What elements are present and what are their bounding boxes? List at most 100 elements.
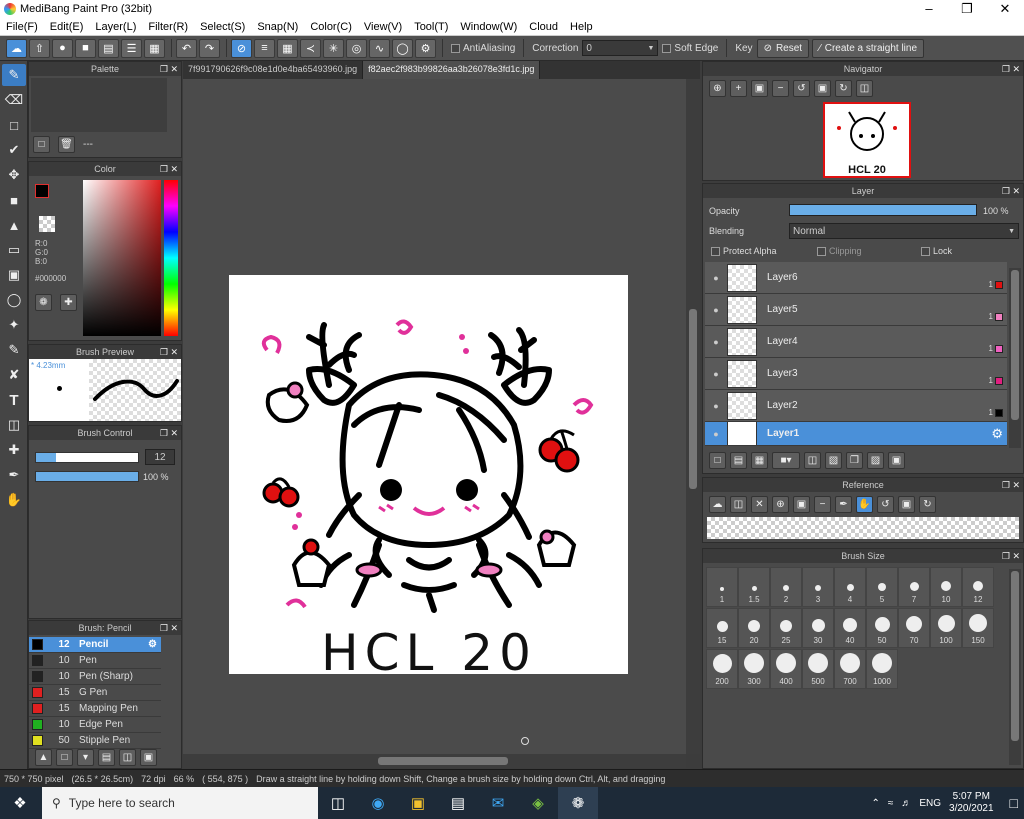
eye-icon[interactable]: ● [705,273,727,283]
cloud-icon[interactable]: ☁ [6,38,27,58]
brush-size-scrollbar[interactable] [1009,569,1021,765]
rectangle-tool-icon[interactable]: □ [2,114,26,136]
brush-size-cell[interactable]: 30 [802,608,834,648]
panel-close-icon[interactable]: ❐ ✕ [160,62,178,76]
soft-edge-toggle[interactable]: Soft Edge [662,43,718,54]
curve-snap-icon[interactable]: ∿ [369,38,390,58]
select-pen-tool-icon[interactable]: ✎ [2,339,26,361]
circle-snap-icon[interactable]: ◎ [346,38,367,58]
new-palette-icon[interactable]: □ [33,136,50,153]
brush-menu-icon[interactable]: ▾ [77,749,94,766]
zoom-fit-icon[interactable]: ⊕ [709,80,726,97]
antialiasing-toggle[interactable]: AntiAliasing [451,43,515,54]
eye-icon[interactable]: ● [705,305,727,315]
color-wheel-icon[interactable]: ❁ [35,294,52,311]
brush-size-cell[interactable]: 200 [706,649,738,689]
brush-size-cell[interactable]: 5 [866,567,898,607]
layer-row-5[interactable]: ● Layer5 1 [705,294,1007,326]
rotate-right-icon[interactable]: ↻ [835,80,852,97]
panel-close-icon[interactable]: ❐ ✕ [160,426,178,440]
reset-rotate-icon[interactable]: ▣ [814,80,831,97]
color-add-icon[interactable]: ✚ [60,294,77,311]
brush-size-cell[interactable]: 1.5 [738,567,770,607]
chevron-up-icon[interactable]: ⌃ [871,798,879,809]
layer-opacity-slider[interactable] [789,204,977,216]
brush-item-stipple-pen[interactable]: 50 Stipple Pen [29,733,161,749]
vanish-snap-icon[interactable]: ≺ [300,38,321,58]
brush-doc-icon[interactable]: ▤ [98,749,115,766]
panel-close-icon[interactable]: ❐ ✕ [1002,478,1020,492]
select-eraser-tool-icon[interactable]: ✘ [2,364,26,386]
flip-icon[interactable]: ◫ [856,80,873,97]
clock[interactable]: 5:07 PM 3/20/2021 [949,791,994,815]
panel-close-icon[interactable]: ❐ ✕ [1002,62,1020,76]
duplicate-layer-icon[interactable]: ❐ [846,452,863,469]
text-tool-icon[interactable]: T [2,389,26,411]
divide-tool-icon[interactable]: ✚ [2,439,26,461]
menu-cloud[interactable]: Cloud [523,21,564,33]
share-icon[interactable]: ⇧ [29,38,50,58]
zoom-in-icon[interactable]: + [730,80,747,97]
no-snap-icon[interactable]: ⊘ [231,38,252,58]
soft-edge-checkbox[interactable] [662,43,672,53]
check-tool-icon[interactable]: ✔ [2,139,26,161]
palette-swatches[interactable] [31,78,167,132]
eye-icon[interactable]: ● [705,429,727,439]
correction-select[interactable]: 0 ▼ [582,40,659,56]
undo-icon[interactable]: ↶ [176,38,197,58]
mail-icon[interactable]: ✉ [478,787,518,819]
brush-size-cell[interactable]: 10 [930,567,962,607]
rotate-left-icon[interactable]: ↺ [793,80,810,97]
new-8bit-layer-icon[interactable]: ▦ [751,452,768,469]
select-tool-icon[interactable]: ▣ [2,264,26,286]
panel-close-icon[interactable]: ❐ ✕ [160,162,178,176]
menu-layer[interactable]: Layer(L) [89,21,142,33]
reference-canvas[interactable] [707,517,1019,539]
new-brush-icon[interactable]: □ [56,749,73,766]
tab-document-2[interactable]: f82aec2f983b99826aa3b26078e3fd1c.jpg [363,61,541,79]
move-tool-icon[interactable]: ✥ [2,164,26,186]
navigator-thumbnail[interactable]: HCL 20 [823,102,911,178]
grid-icon[interactable]: ▦ [144,38,165,58]
layer-image-icon[interactable]: ▧ [825,452,842,469]
brush-size-cell[interactable]: 40 [834,608,866,648]
brush-opacity-slider[interactable] [35,471,139,482]
brush-item-mapping-pen[interactable]: 15 Mapping Pen [29,701,161,717]
store-icon[interactable]: ▤ [438,787,478,819]
close-icon[interactable]: ✕ [751,496,768,513]
brush-size-cell[interactable]: 12 [962,567,994,607]
actual-size-icon[interactable]: ▣ [793,496,810,513]
layer-row-1[interactable]: ● Layer1 ⚙ [705,422,1007,446]
menu-select[interactable]: Select(S) [194,21,251,33]
brush-tool-icon[interactable]: ✎ [2,64,26,86]
brush-size-cell[interactable]: 2 [770,567,802,607]
brush-size-cell[interactable]: 15 [706,608,738,648]
trash-icon[interactable]: 🗑 [58,136,75,153]
settings-snap-icon[interactable]: ◯ [392,38,413,58]
crisscross-snap-icon[interactable]: ▦ [277,38,298,58]
menu-view[interactable]: View(V) [358,21,408,33]
menu-edit[interactable]: Edit(E) [44,21,90,33]
taskbar-search[interactable]: ⚲ Type here to search [42,787,318,819]
rotate-left-icon[interactable]: ↺ [877,496,894,513]
brush-size-cell[interactable]: 500 [802,649,834,689]
hand-icon[interactable]: ✋ [856,496,873,513]
canvas-workspace[interactable]: HCL 20 [183,79,686,754]
brush-size-cell[interactable]: 700 [834,649,866,689]
brush-size-cell[interactable]: 7 [898,567,930,607]
brush-size-cell[interactable]: 3 [802,567,834,607]
menu-snap[interactable]: Snap(N) [251,21,304,33]
radial-snap-icon[interactable]: ✳ [323,38,344,58]
volume-icon[interactable]: ♬ [901,798,911,809]
eyedropper-tool-icon[interactable]: ✒ [2,464,26,486]
frame-tool-icon[interactable]: ◫ [2,414,26,436]
straight-line-button[interactable]: ∕ Create a straight line [812,38,925,58]
panel-close-icon[interactable]: ❐ ✕ [1002,549,1020,563]
menu-help[interactable]: Help [564,21,599,33]
parallel-snap-icon[interactable]: ≡ [254,38,275,58]
gradient-tool-icon[interactable]: ▭ [2,239,26,261]
layer-row-6[interactable]: ● Layer6 1 [705,262,1007,294]
zoom-out-icon[interactable]: − [814,496,831,513]
layer-folder-icon[interactable]: ◫ [804,452,821,469]
rotate-right-icon[interactable]: ↻ [919,496,936,513]
